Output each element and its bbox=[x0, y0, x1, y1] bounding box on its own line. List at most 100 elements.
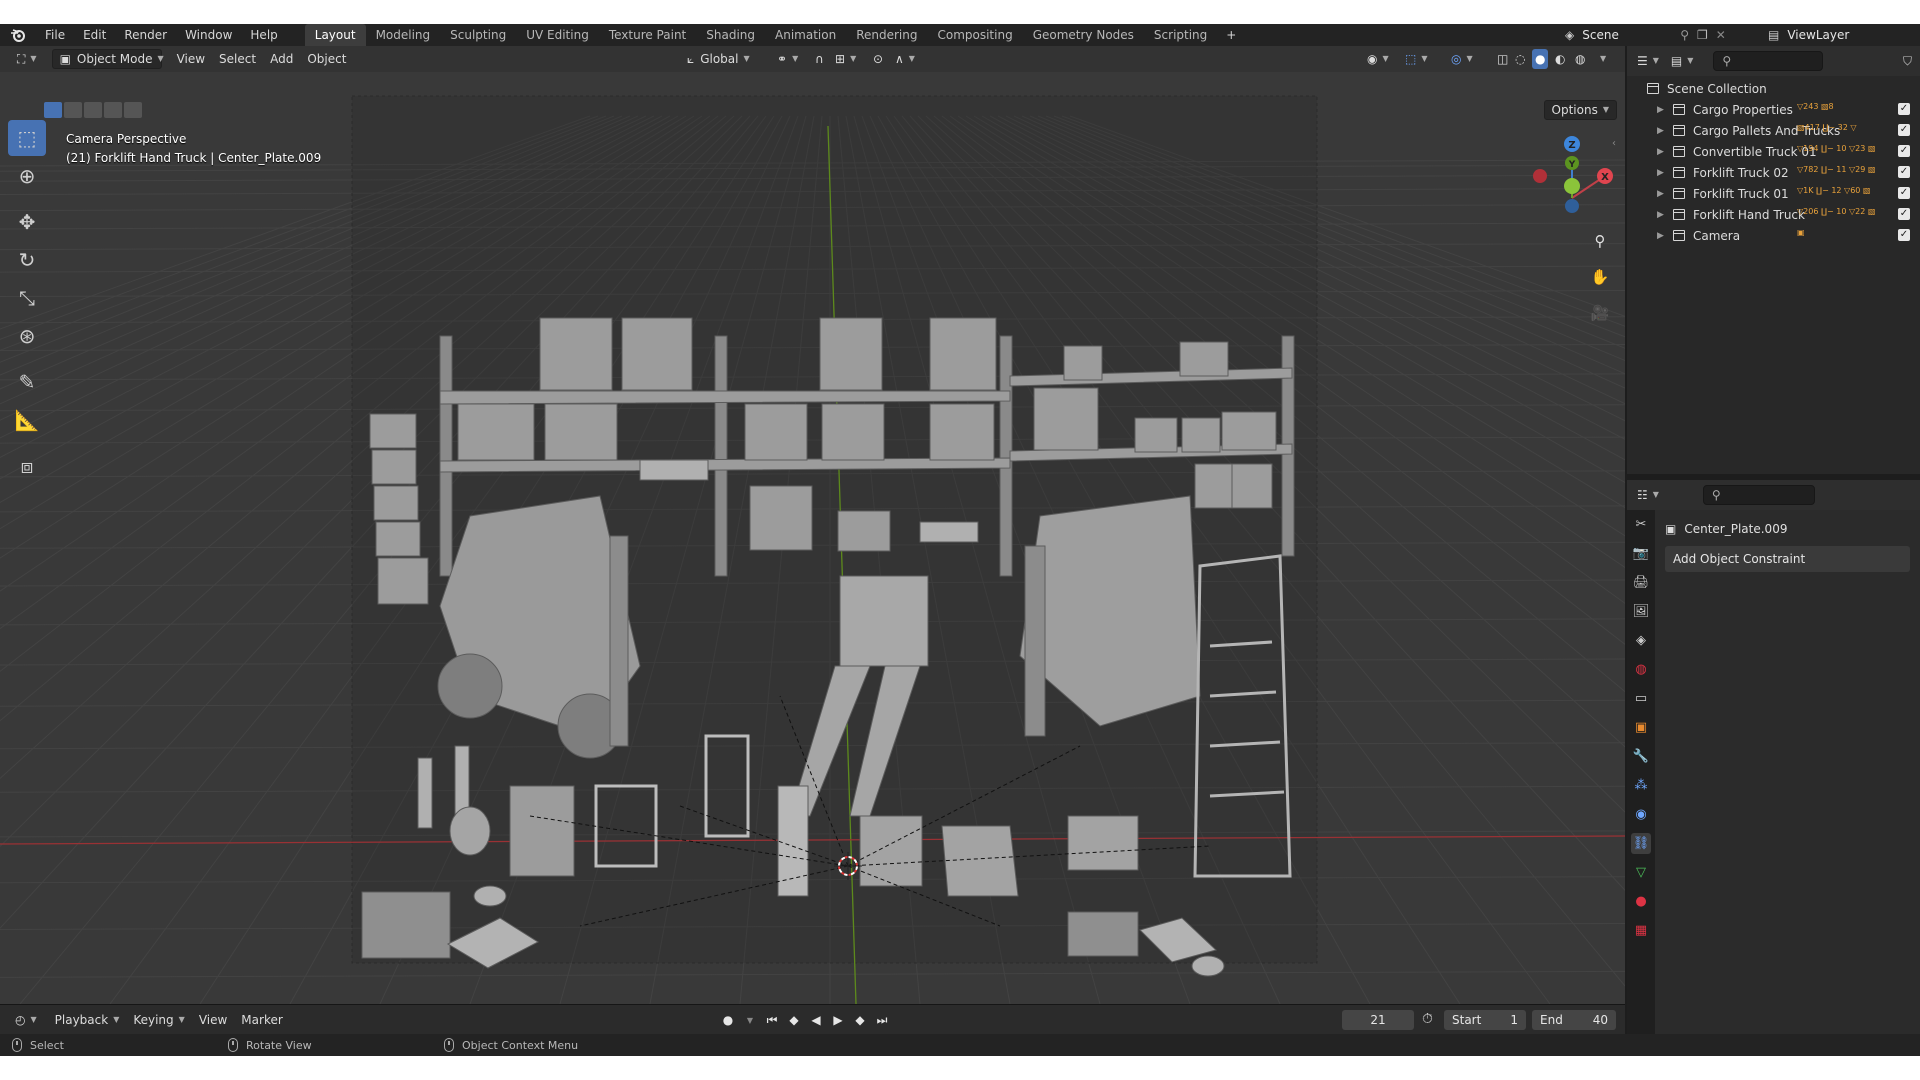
expand-arrow-icon[interactable]: ▶ bbox=[1657, 105, 1667, 115]
render-tab-icon[interactable]: 📷 bbox=[1631, 543, 1651, 564]
outliner-row[interactable]: ▶ Forklift Truck 01 ▽1K ∐− 12 ▽60 ▧ ✓ bbox=[1627, 183, 1920, 204]
exclude-checkbox[interactable]: ✓ bbox=[1898, 145, 1910, 157]
select-invert-icon[interactable] bbox=[104, 102, 122, 118]
properties-editor-button[interactable]: ☷ ▼ bbox=[1635, 485, 1661, 505]
material-shading-button[interactable]: ◐ bbox=[1552, 49, 1568, 69]
tab-modeling[interactable]: Modeling bbox=[366, 24, 441, 46]
view-layer-selector[interactable]: ▤ ViewLayer bbox=[1768, 24, 1849, 46]
tab-geometry-nodes[interactable]: Geometry Nodes bbox=[1023, 24, 1144, 46]
mode-dropdown[interactable]: ▣ Object Mode ▼ bbox=[51, 49, 164, 69]
current-frame-field[interactable]: 21 bbox=[1342, 1010, 1414, 1030]
annotate-tool[interactable]: ✎ bbox=[8, 364, 46, 400]
select-extend-icon[interactable] bbox=[64, 102, 82, 118]
start-frame-field[interactable]: Start 1 bbox=[1444, 1010, 1526, 1030]
timeline-menu-view[interactable]: View bbox=[192, 1010, 234, 1030]
add-cube-tool[interactable]: ⧈ bbox=[8, 448, 46, 484]
scene-tab-icon[interactable]: ◈ bbox=[1631, 630, 1651, 651]
gizmo-toggle[interactable]: ⬚ ▼ bbox=[1398, 49, 1435, 69]
collection-tab-icon[interactable]: ▭ bbox=[1631, 688, 1651, 709]
sidebar-toggle-icon[interactable]: ‹ bbox=[1612, 138, 1616, 149]
play-icon[interactable]: ▶ bbox=[828, 1010, 848, 1030]
record-options-icon[interactable]: ▼ bbox=[740, 1010, 760, 1030]
menu-edit[interactable]: Edit bbox=[74, 24, 115, 46]
constraints-tab-icon[interactable]: ⛓ bbox=[1631, 833, 1651, 854]
menu-window[interactable]: Window bbox=[176, 24, 241, 46]
pin-icon[interactable]: ⚲ bbox=[1680, 28, 1689, 42]
scene-selector[interactable]: ◈ Scene ⚲ ❐ ✕ bbox=[1565, 24, 1726, 46]
next-keyframe-icon[interactable]: ◆ bbox=[850, 1010, 870, 1030]
outliner-row[interactable]: ▶ Camera ▣ ✓ bbox=[1627, 225, 1920, 246]
pan-hand-icon[interactable]: ✋ bbox=[1585, 262, 1615, 292]
preview-range-icon[interactable]: ⏱ bbox=[1422, 1011, 1433, 1027]
menu-file[interactable]: File bbox=[36, 24, 74, 46]
transform-tool[interactable]: ⊛ bbox=[8, 318, 46, 354]
timeline-menu-playback[interactable]: Playback ▼ bbox=[48, 1010, 127, 1030]
play-reverse-icon[interactable]: ◀ bbox=[806, 1010, 826, 1030]
modifier-tab-icon[interactable]: 🔧 bbox=[1631, 746, 1651, 767]
add-object-constraint-button[interactable]: Add Object Constraint bbox=[1665, 546, 1910, 572]
transform-orientation-dropdown[interactable]: ⟀ Global ▼ bbox=[680, 49, 757, 69]
3d-viewport[interactable]: X Y Z ⛶ ▼ ▣ Object Mode ▼ View Select Add Obj… bbox=[0, 46, 1625, 1004]
select-box-tool[interactable]: ⬚ bbox=[8, 120, 46, 156]
expand-arrow-icon[interactable]: ▶ bbox=[1657, 168, 1667, 178]
editor-type-button[interactable]: ⛶ ▼ bbox=[10, 49, 44, 69]
output-tab-icon[interactable]: 🖨 bbox=[1631, 572, 1651, 593]
menu-help[interactable]: Help bbox=[241, 24, 286, 46]
rendered-shading-button[interactable]: ◍ bbox=[1572, 49, 1588, 69]
outliner-search-input[interactable]: ⚲ bbox=[1713, 51, 1824, 71]
zoom-icon[interactable]: ⚲ bbox=[1585, 226, 1615, 256]
tab-animation[interactable]: Animation bbox=[765, 24, 846, 46]
particles-tab-icon[interactable]: ⁂ bbox=[1631, 775, 1651, 796]
data-tab-icon[interactable]: ▽ bbox=[1631, 862, 1651, 883]
rotate-tool[interactable]: ↻ bbox=[8, 242, 46, 278]
viewport-menu-select[interactable]: Select bbox=[212, 49, 263, 69]
object-tab-icon[interactable]: ▣ bbox=[1631, 717, 1651, 738]
record-icon[interactable]: ● bbox=[718, 1010, 738, 1030]
jump-end-icon[interactable]: ⏭ bbox=[872, 1010, 892, 1030]
exclude-checkbox[interactable]: ✓ bbox=[1898, 103, 1910, 115]
tab-rendering[interactable]: Rendering bbox=[846, 24, 927, 46]
view-layer-tab-icon[interactable]: 🖼 bbox=[1631, 601, 1651, 622]
physics-tab-icon[interactable]: ◉ bbox=[1631, 804, 1651, 825]
camera-view-icon[interactable]: 🎥 bbox=[1585, 298, 1615, 328]
shading-options-button[interactable]: ▼ bbox=[1592, 49, 1609, 69]
exclude-checkbox[interactable]: ✓ bbox=[1898, 166, 1910, 178]
tab-texture-paint[interactable]: Texture Paint bbox=[599, 24, 696, 46]
outliner-editor-button[interactable]: ☰ ▼ bbox=[1635, 51, 1661, 71]
tab-shading[interactable]: Shading bbox=[696, 24, 765, 46]
expand-arrow-icon[interactable]: ▶ bbox=[1657, 231, 1667, 241]
tab-scripting[interactable]: Scripting bbox=[1144, 24, 1217, 46]
filter-icon[interactable]: ⛉ bbox=[1903, 54, 1912, 69]
add-workspace-button[interactable]: + bbox=[1217, 24, 1245, 46]
proportional-edit-toggle[interactable]: ⊙ bbox=[866, 49, 890, 69]
expand-arrow-icon[interactable]: ▶ bbox=[1657, 147, 1667, 157]
tab-layout[interactable]: Layout bbox=[304, 24, 366, 46]
menu-render[interactable]: Render bbox=[115, 24, 176, 46]
measure-tool[interactable]: 📐 bbox=[8, 402, 46, 438]
move-tool[interactable]: ✥ bbox=[8, 204, 46, 240]
tool-tab-icon[interactable]: ✂ bbox=[1631, 514, 1651, 535]
outliner-row[interactable]: ▶ Forklift Hand Truck ▽206 ∐− 10 ▽22 ▧ ✓ bbox=[1627, 204, 1920, 225]
world-tab-icon[interactable]: ◍ bbox=[1631, 659, 1651, 680]
expand-arrow-icon[interactable]: ▶ bbox=[1657, 189, 1667, 199]
timeline-menu-keying[interactable]: Keying ▼ bbox=[126, 1010, 191, 1030]
display-mode-button[interactable]: ▤ ▼ bbox=[1669, 51, 1696, 71]
viewport-menu-view[interactable]: View bbox=[170, 49, 212, 69]
outliner-row[interactable]: ▶ Convertible Truck 01 ▽194 ∐− 10 ▽23 ▧ ✓ bbox=[1627, 141, 1920, 162]
blender-logo-icon[interactable] bbox=[0, 24, 36, 46]
prev-keyframe-icon[interactable]: ◆ bbox=[784, 1010, 804, 1030]
new-scene-icon[interactable]: ❐ bbox=[1697, 28, 1708, 42]
visibility-button[interactable]: ◉ ▼ bbox=[1360, 49, 1396, 69]
tab-sculpting[interactable]: Sculpting bbox=[440, 24, 516, 46]
exclude-checkbox[interactable]: ✓ bbox=[1898, 124, 1910, 136]
viewport-menu-add[interactable]: Add bbox=[263, 49, 300, 69]
select-intersect-icon[interactable] bbox=[124, 102, 142, 118]
falloff-button[interactable]: ∧ ▼ bbox=[888, 49, 922, 69]
outliner-row[interactable]: ▶ Forklift Truck 02 ▽782 ∐− 11 ▽29 ▧ ✓ bbox=[1627, 162, 1920, 183]
tab-compositing[interactable]: Compositing bbox=[927, 24, 1022, 46]
cursor-tool[interactable]: ⊕ bbox=[8, 158, 46, 194]
expand-arrow-icon[interactable]: ▶ bbox=[1657, 126, 1667, 136]
timeline-menu-marker[interactable]: Marker bbox=[234, 1010, 289, 1030]
outliner-row[interactable]: ▶ Cargo Pallets And Trucks ▧417 ∐− 32 ▽ ✓ bbox=[1627, 120, 1920, 141]
tab-uv-editing[interactable]: UV Editing bbox=[516, 24, 599, 46]
